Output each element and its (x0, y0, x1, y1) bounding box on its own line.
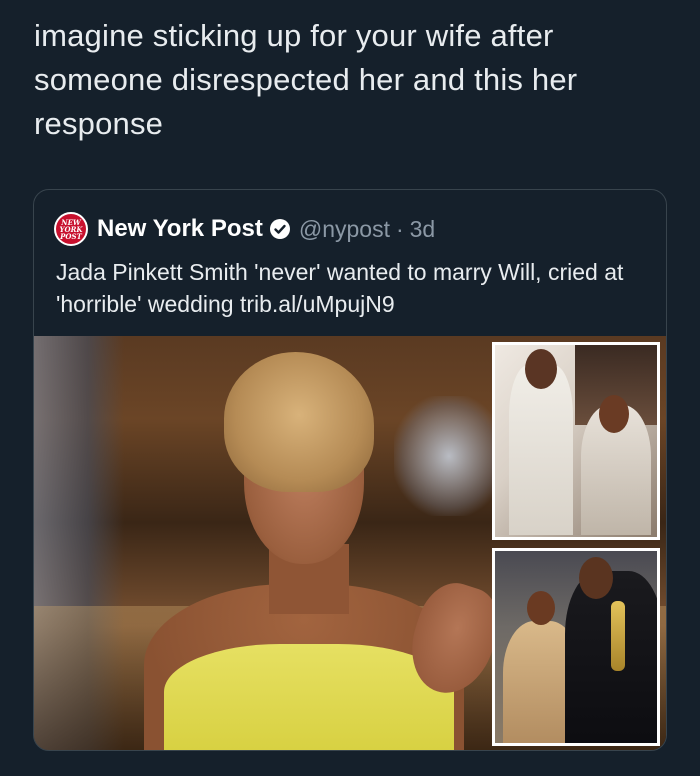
oscars-photo (492, 548, 660, 746)
quoted-tweet-media[interactable] (34, 336, 666, 750)
oscar-statuette-icon (611, 601, 625, 671)
woman-figure (104, 344, 510, 750)
wedding-photo (492, 342, 660, 540)
quoted-tweet-header: NEW YORK POST New York Post @nypost · 3d (54, 212, 435, 246)
separator-dot: · (395, 215, 404, 242)
tweet-timestamp[interactable]: 3d (410, 216, 436, 243)
author-name[interactable]: New York Post (97, 215, 263, 243)
nypost-logo-avatar[interactable]: NEW YORK POST (54, 212, 88, 246)
logo-line-3: POST (60, 231, 82, 241)
author-handle[interactable]: @nypost (299, 216, 390, 243)
verified-badge-icon (269, 219, 290, 239)
quoted-tweet-body: Jada Pinkett Smith 'never' wanted to mar… (56, 259, 624, 317)
quoted-tweet-card[interactable]: NEW YORK POST New York Post @nypost · 3d… (33, 189, 667, 751)
tweet-text: imagine sticking up for your wife after … (34, 18, 578, 141)
